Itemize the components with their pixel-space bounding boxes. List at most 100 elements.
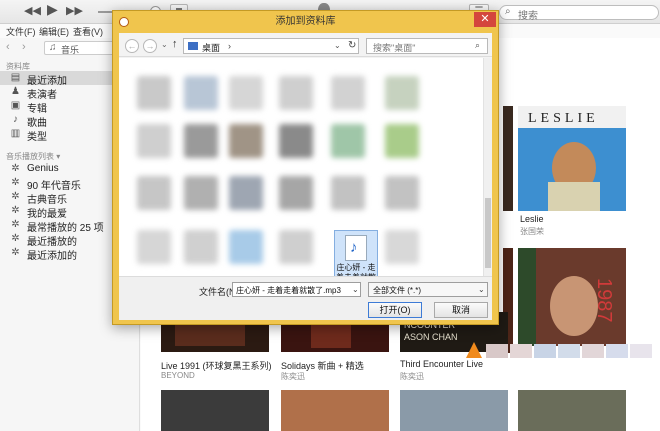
file-icon-blurred: [229, 230, 263, 264]
dialog-bottom-panel: 文件名(N): 庄心妍 - 走着走着就散了.mp3 ⌄ 全部文件 (*.*) ⌄…: [119, 276, 492, 320]
watermark-block: [486, 344, 508, 358]
play-icon[interactable]: ▶: [47, 1, 58, 17]
file-icon-blurred: [184, 230, 218, 264]
gear-icon: ✲: [11, 191, 20, 202]
search-icon: ⌕: [505, 6, 511, 17]
album-cover-partial: [161, 390, 269, 431]
file-icon-blurred: [184, 176, 218, 210]
music-note-icon: ♫: [49, 42, 57, 53]
album-cover: LESLIE: [518, 106, 626, 211]
filename-input[interactable]: 庄心妍 - 走着走着就散了.mp3 ⌄: [232, 282, 361, 297]
watermark-block: [534, 344, 556, 358]
scrollbar-thumb[interactable]: [485, 198, 491, 268]
chevron-down-icon: ⌄: [478, 285, 485, 294]
forward-arrow-icon[interactable]: ›: [22, 41, 36, 55]
file-icon-blurred: [279, 76, 313, 110]
file-icon-blurred: [229, 124, 263, 158]
chevron-right-icon: ›: [228, 41, 231, 51]
genre-icon: ▥: [10, 128, 21, 139]
history-dropdown-icon[interactable]: ⌄: [161, 40, 168, 49]
chevron-down-icon[interactable]: ⌄: [334, 41, 341, 50]
album-cover: 1987: [518, 248, 626, 346]
file-icon-blurred: [279, 176, 313, 210]
open-button[interactable]: 打开(O): [368, 302, 422, 318]
watermark-block: [630, 344, 652, 358]
file-list[interactable]: ♪ 庄心妍 - 走着走着就散了.mp3: [119, 58, 483, 276]
menu-edit[interactable]: 编辑(E): [39, 25, 69, 38]
cancel-button[interactable]: 取消: [434, 302, 488, 318]
file-icon-blurred: [229, 76, 263, 110]
file-icon-blurred: [331, 124, 365, 158]
artist-icon: ♟: [11, 86, 20, 97]
menu-file[interactable]: 文件(F): [6, 25, 36, 38]
search-icon: ⌕: [475, 40, 481, 50]
file-icon-blurred: [385, 124, 419, 158]
album-cover-partial: [518, 390, 626, 431]
close-button[interactable]: ✕: [474, 12, 496, 27]
album-tile[interactable]: LESLIE Leslie 张国荣: [518, 106, 626, 238]
audio-file-icon: ♪: [345, 235, 367, 261]
refresh-icon[interactable]: ↻: [348, 40, 356, 51]
genius-icon: ✲: [11, 163, 20, 174]
recent-icon: ▤: [10, 72, 21, 83]
watermark-block: [510, 344, 532, 358]
back-button[interactable]: ←: [125, 39, 139, 53]
file-icon-blurred: [385, 76, 419, 110]
svg-text:ASON CHAN: ASON CHAN: [404, 332, 458, 342]
album-artist: 张国荣: [520, 227, 544, 236]
file-icon-blurred: [279, 230, 313, 264]
album-artist: 陈奕迅: [281, 372, 305, 381]
gear-icon: ✲: [11, 205, 20, 216]
gear-icon: ✲: [11, 219, 20, 230]
watermark-logo-icon: [466, 342, 482, 358]
playlists-section-title: 音乐播放列表 ▾: [6, 152, 61, 161]
album-cover-partial: [503, 106, 513, 211]
rewind-icon[interactable]: ◀◀: [24, 3, 41, 19]
album-tile[interactable]: 1987: [518, 248, 626, 346]
file-icon-blurred: [184, 76, 218, 110]
note-icon: ♪: [13, 114, 18, 125]
address-row: ← → ⌄ ↑ 桌面 › ⌄ ↻ 搜索"桌面" ⌕: [119, 35, 492, 57]
folder-icon: [188, 42, 198, 50]
address-bar[interactable]: 桌面 › ⌄ ↻: [183, 38, 359, 54]
watermark-block: [558, 344, 580, 358]
up-arrow-icon[interactable]: ↑: [172, 38, 178, 50]
forward-icon[interactable]: ▶▶: [66, 3, 83, 19]
album-icon: ▣: [10, 100, 21, 111]
album-artist: BEYOND: [161, 371, 195, 380]
watermark-block: [582, 344, 604, 358]
file-icon-blurred: [385, 230, 419, 264]
file-icon-blurred: [229, 176, 263, 210]
back-arrow-icon[interactable]: ‹: [6, 41, 20, 55]
dialog-body: ← → ⌄ ↑ 桌面 › ⌄ ↻ 搜索"桌面" ⌕ ♪ 庄心妍 - 走 文件名(…: [119, 33, 492, 320]
add-to-library-dialog: 添加到资料库 ✕ ← → ⌄ ↑ 桌面 › ⌄ ↻ 搜索"桌面" ⌕ ♪ 庄心妍…: [112, 10, 499, 325]
selected-mp3-file[interactable]: ♪ 庄心妍 - 走着走着就散了.mp3: [334, 230, 378, 276]
menu-view[interactable]: 查看(V): [73, 25, 103, 38]
filetype-select[interactable]: 全部文件 (*.*) ⌄: [368, 282, 488, 297]
file-icon-blurred: [137, 76, 171, 110]
gear-icon: ✲: [11, 247, 20, 258]
watermark: [466, 340, 660, 362]
album-cover-partial: [281, 390, 389, 431]
file-icon-blurred: [331, 176, 365, 210]
file-icon-blurred: [184, 124, 218, 158]
file-icon-blurred: [279, 124, 313, 158]
file-icon-blurred: [331, 76, 365, 110]
folder-search-input[interactable]: 搜索"桌面" ⌕: [366, 38, 488, 54]
dialog-title: 添加到资料库: [275, 16, 336, 27]
file-icon-blurred: [137, 124, 171, 158]
file-list-scrollbar[interactable]: [483, 58, 492, 276]
album-cover-partial: [400, 390, 508, 431]
chevron-down-icon[interactable]: ⌄: [352, 285, 359, 294]
svg-text:LESLIE: LESLIE: [528, 111, 599, 126]
gear-icon: ✲: [11, 177, 20, 188]
album-artist: 陈奕迅: [400, 372, 424, 381]
file-icon-blurred: [385, 176, 419, 210]
album-title: Leslie: [520, 214, 544, 224]
gear-icon: ✲: [11, 233, 20, 244]
watermark-block: [606, 344, 628, 358]
forward-button[interactable]: →: [143, 39, 157, 53]
search-input[interactable]: ⌕ 搜索: [499, 5, 659, 22]
file-icon-blurred: [137, 230, 171, 264]
file-icon-blurred: [137, 176, 171, 210]
